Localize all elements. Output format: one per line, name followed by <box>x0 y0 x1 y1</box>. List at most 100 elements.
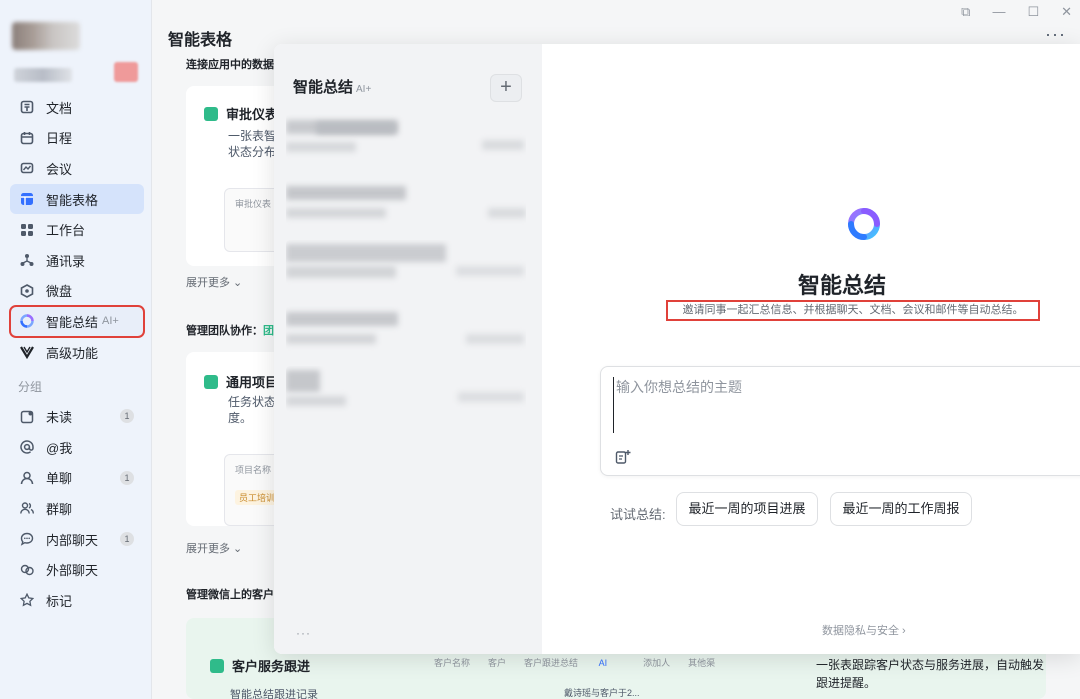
card-desc: 任务状态 <box>228 395 277 409</box>
summary-topic-input[interactable] <box>613 377 1073 433</box>
privacy-security-link[interactable]: 数据隐私与安全 › <box>822 622 906 638</box>
card-desc: 一张表跟踪客户状态与服务进展，自动触发跟进提醒。 <box>816 658 1045 690</box>
card-desc: 一张表智 <box>228 129 277 143</box>
template-card[interactable]: 通用项目 任务状态 度。 项目名称 员工培训 <box>186 352 286 526</box>
template-card[interactable]: 审批仪表 一张表智 状态分布 审批仪表 <box>186 86 286 266</box>
nav-item-calendar[interactable]: 日程 <box>10 123 144 154</box>
summary-history-panel: 智能总结 AI+ + ··· <box>274 44 542 654</box>
card-title: 客户服务跟进 <box>210 656 310 675</box>
count-badge: 1 <box>120 470 134 485</box>
ai-summary-logo-icon <box>848 208 880 240</box>
workbench-icon <box>18 221 36 239</box>
group-item-single-chat[interactable]: 单聊 1 <box>10 463 144 494</box>
card-desc: 度。 <box>228 411 253 425</box>
group-item-label: 单聊 <box>46 471 73 487</box>
count-badge: 1 <box>120 409 134 424</box>
ai-tag: AI+ <box>102 315 119 328</box>
nav-item-label: 智能表格 <box>46 192 99 208</box>
history-item[interactable] <box>286 306 526 352</box>
group-item-group-chat[interactable]: 群聊 <box>10 493 144 524</box>
ai-summary-dialog: 智能总结 AI+ + ··· 智能总结 邀请同事一起汇总信息、并根据聊天、文档、… <box>274 44 1080 654</box>
history-item[interactable] <box>286 114 526 160</box>
nav-item-label: 文档 <box>46 100 73 116</box>
group-item-internal-chat[interactable]: 内部聊天 1 <box>10 524 144 555</box>
nav-item-ai-summary[interactable]: 智能总结 AI+ <box>9 305 145 338</box>
nav-item-drive[interactable]: 微盘 <box>10 276 144 307</box>
maximize-icon[interactable]: ☐ <box>1027 4 1039 20</box>
drive-icon <box>18 282 36 300</box>
status-indicator[interactable] <box>114 62 138 82</box>
group-item-label: 标记 <box>46 593 73 609</box>
section-title: 管理微信上的客户 <box>186 589 274 601</box>
card-title: 审批仪表 <box>204 104 278 123</box>
at-icon <box>18 438 36 456</box>
minimize-icon[interactable]: — <box>992 4 1005 20</box>
nav-item-label: 会议 <box>46 161 73 177</box>
nav-item-label: 微盘 <box>46 284 73 300</box>
internal-chat-icon <box>18 530 36 548</box>
group-item-at-me[interactable]: @我 <box>10 432 144 463</box>
group-item-external-chat[interactable]: 外部聊天 <box>10 554 144 585</box>
smart-sheet-icon <box>18 190 36 208</box>
star-icon <box>18 591 36 609</box>
group-item-label: 内部聊天 <box>46 532 99 548</box>
card-desc: 状态分布 <box>228 145 277 159</box>
user-name-blurred <box>14 68 72 82</box>
suggestion-weekly-progress-button[interactable]: 最近一周的项目进展 <box>676 492 818 526</box>
nav-item-workbench[interactable]: 工作台 <box>10 214 144 245</box>
group-label: 分组 <box>18 379 43 394</box>
group-item-starred[interactable]: 标记 <box>10 585 144 616</box>
nav-item-advanced[interactable]: 高级功能 <box>10 337 144 368</box>
external-chat-icon <box>18 561 36 579</box>
nav-list: 文档 日程 会议 智能表格 工作台 通讯录 微盘 智能总结 AI+ 高级功能 分… <box>9 92 145 616</box>
sheet-icon <box>210 659 224 673</box>
history-item[interactable] <box>286 240 526 286</box>
unread-icon <box>18 408 36 426</box>
nav-item-smart-sheet[interactable]: 智能表格 <box>10 183 144 215</box>
tag: 员工培训 <box>235 490 280 505</box>
summary-title: 智能总结 <box>797 273 886 298</box>
nav-item-label: 智能总结 <box>46 314 99 330</box>
doc-icon <box>18 98 36 116</box>
suggestion-weekly-report-button[interactable]: 最近一周的工作周报 <box>830 492 972 526</box>
card-title: 通用项目 <box>204 372 278 391</box>
summary-compose-area: 智能总结 邀请同事一起汇总信息、并根据聊天、文档、会议和邮件等自动总结。 试试总… <box>542 44 1080 654</box>
count-badge: 1 <box>120 531 134 546</box>
section-title: 管理团队协作：团 <box>186 325 274 337</box>
single-chat-icon <box>18 469 36 487</box>
nav-item-contacts[interactable]: 通讯录 <box>10 245 144 276</box>
nav-item-label: 通讯录 <box>46 253 86 269</box>
ai-summary-icon <box>18 312 36 330</box>
group-chat-icon <box>18 499 36 517</box>
sheet-icon <box>204 375 218 389</box>
nav-item-meeting[interactable]: 会议 <box>10 153 144 184</box>
section-title: 连接应用中的数据 <box>186 59 274 71</box>
attach-doc-icon[interactable] <box>615 449 631 465</box>
more-options-icon[interactable]: ··· <box>1045 24 1066 45</box>
more-history-icon[interactable]: ··· <box>296 626 311 640</box>
nav-item-docs[interactable]: 文档 <box>10 92 144 123</box>
new-summary-button[interactable]: + <box>490 74 522 102</box>
nav-item-label: 日程 <box>46 131 73 147</box>
history-item[interactable] <box>286 180 526 226</box>
panel-title: 智能总结 AI+ <box>293 79 372 96</box>
close-icon[interactable]: ✕ <box>1061 4 1072 20</box>
avatar[interactable] <box>12 22 80 50</box>
group-item-label: 群聊 <box>46 501 73 517</box>
summary-topic-input-box <box>600 366 1080 476</box>
table-cell: 戴诗瑶与客户于2... <box>564 688 640 698</box>
group-item-unread[interactable]: 未读 1 <box>10 401 144 432</box>
sheet-icon <box>204 107 218 121</box>
try-summary-label: 试试总结: <box>610 507 666 522</box>
history-item[interactable] <box>286 366 526 412</box>
advanced-icon <box>18 343 36 361</box>
meeting-icon <box>18 159 36 177</box>
group-item-label: 外部聊天 <box>46 563 99 579</box>
expand-more-link[interactable]: 展开更多 ⌄ <box>186 540 242 556</box>
calendar-icon <box>18 129 36 147</box>
popout-icon[interactable]: ⧉ <box>961 4 970 20</box>
page-title: 智能表格 <box>168 32 233 49</box>
summary-subtitle: 邀请同事一起汇总信息、并根据聊天、文档、会议和邮件等自动总结。 <box>666 300 1040 321</box>
expand-more-link[interactable]: 展开更多 ⌄ <box>186 274 242 290</box>
contacts-icon <box>18 251 36 269</box>
